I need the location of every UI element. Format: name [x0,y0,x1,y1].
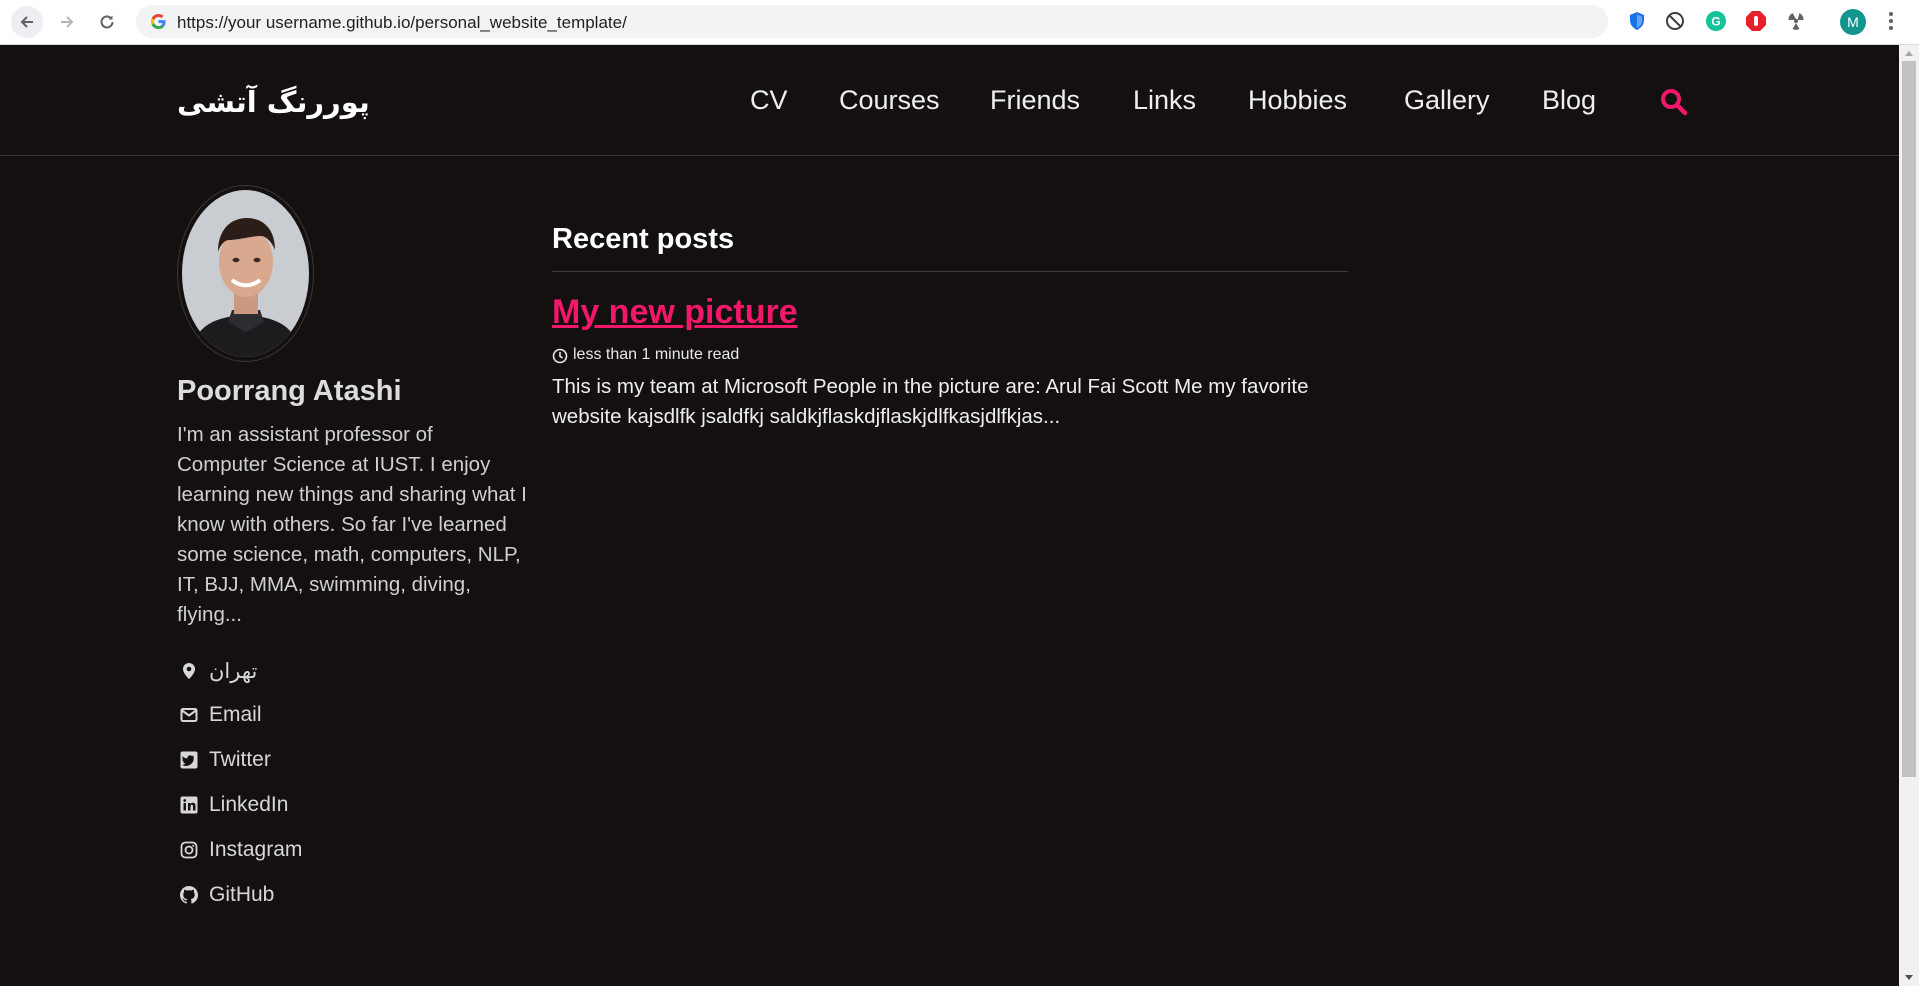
page: پوررنگ آتشی CV Courses Friends Links Hob… [0,45,1899,986]
author-name: Poorrang Atashi [177,375,402,407]
grammarly-extension-icon[interactable]: G [1705,10,1727,32]
instagram-label: Instagram [209,838,303,861]
svg-text:G: G [1711,15,1720,29]
scroll-up-arrow-icon[interactable] [1905,51,1913,56]
author-link-github[interactable]: GitHub [177,881,377,911]
nav-item-gallery[interactable]: Gallery [1404,85,1490,116]
heading-divider [552,271,1348,272]
map-marker-icon [183,663,195,679]
adblock-extension-icon[interactable] [1745,10,1767,32]
post-title-link[interactable]: My new picture [552,293,798,332]
nav-item-cv[interactable]: CV [750,85,788,116]
forward-button[interactable] [51,6,83,38]
nav-item-hobbies[interactable]: Hobbies [1248,85,1347,116]
author-link-twitter[interactable]: Twitter [177,746,377,776]
linkedin-label: LinkedIn [209,793,289,816]
google-icon [150,13,166,30]
search-icon[interactable] [1659,87,1689,117]
nav-item-courses[interactable]: Courses [839,85,940,116]
arrow-left-icon [20,16,33,28]
browser-toolbar: https://your username.github.io/personal… [0,0,1919,45]
clock-icon [552,348,568,364]
avatar [177,185,314,362]
email-label: Email [209,703,262,726]
url-text: https://your username.github.io/personal… [177,13,627,32]
location-label: تهران [209,660,258,683]
nav-item-blog[interactable]: Blog [1542,85,1596,116]
author-bio: I'm an assistant professor of Computer S… [177,423,527,626]
author-link-email[interactable]: Email [177,701,377,731]
instagram-icon [180,841,198,859]
author-link-linkedin[interactable]: LinkedIn [177,791,377,821]
masthead: پوررنگ آتشی CV Courses Friends Links Hob… [0,45,1899,156]
address-bar[interactable]: https://your username.github.io/personal… [136,5,1608,38]
reload-button[interactable] [91,6,123,38]
github-label: GitHub [209,883,275,906]
scrollbar-thumb[interactable] [1902,61,1916,777]
envelope-icon [180,708,198,722]
profile-photo [182,190,309,357]
author-location: تهران [177,657,377,687]
nav-item-links[interactable]: Links [1133,85,1196,116]
author-link-instagram[interactable]: Instagram [177,836,377,866]
reload-icon [100,15,114,29]
back-button[interactable] [11,6,43,38]
block-extension-icon[interactable] [1664,10,1686,32]
browser-menu-button[interactable] [1888,12,1894,33]
post-excerpt: This is my team at Microsoft People in t… [552,375,1309,428]
read-time-text: less than 1 minute read [573,346,740,363]
profile-avatar[interactable]: M [1840,9,1866,35]
recent-posts-heading: Recent posts [552,223,735,255]
github-icon [180,886,198,904]
radiation-extension-icon[interactable] [1785,10,1807,32]
twitter-icon [180,751,198,769]
shield-extension-icon[interactable] [1626,10,1648,32]
site-title[interactable]: پوررنگ آتشی [177,85,370,119]
linkedin-icon [180,796,198,814]
page-scrollbar[interactable] [1899,45,1919,986]
nav-item-friends[interactable]: Friends [990,85,1080,116]
twitter-label: Twitter [209,748,271,771]
arrow-right-icon [61,16,74,28]
scroll-down-arrow-icon[interactable] [1905,975,1913,980]
